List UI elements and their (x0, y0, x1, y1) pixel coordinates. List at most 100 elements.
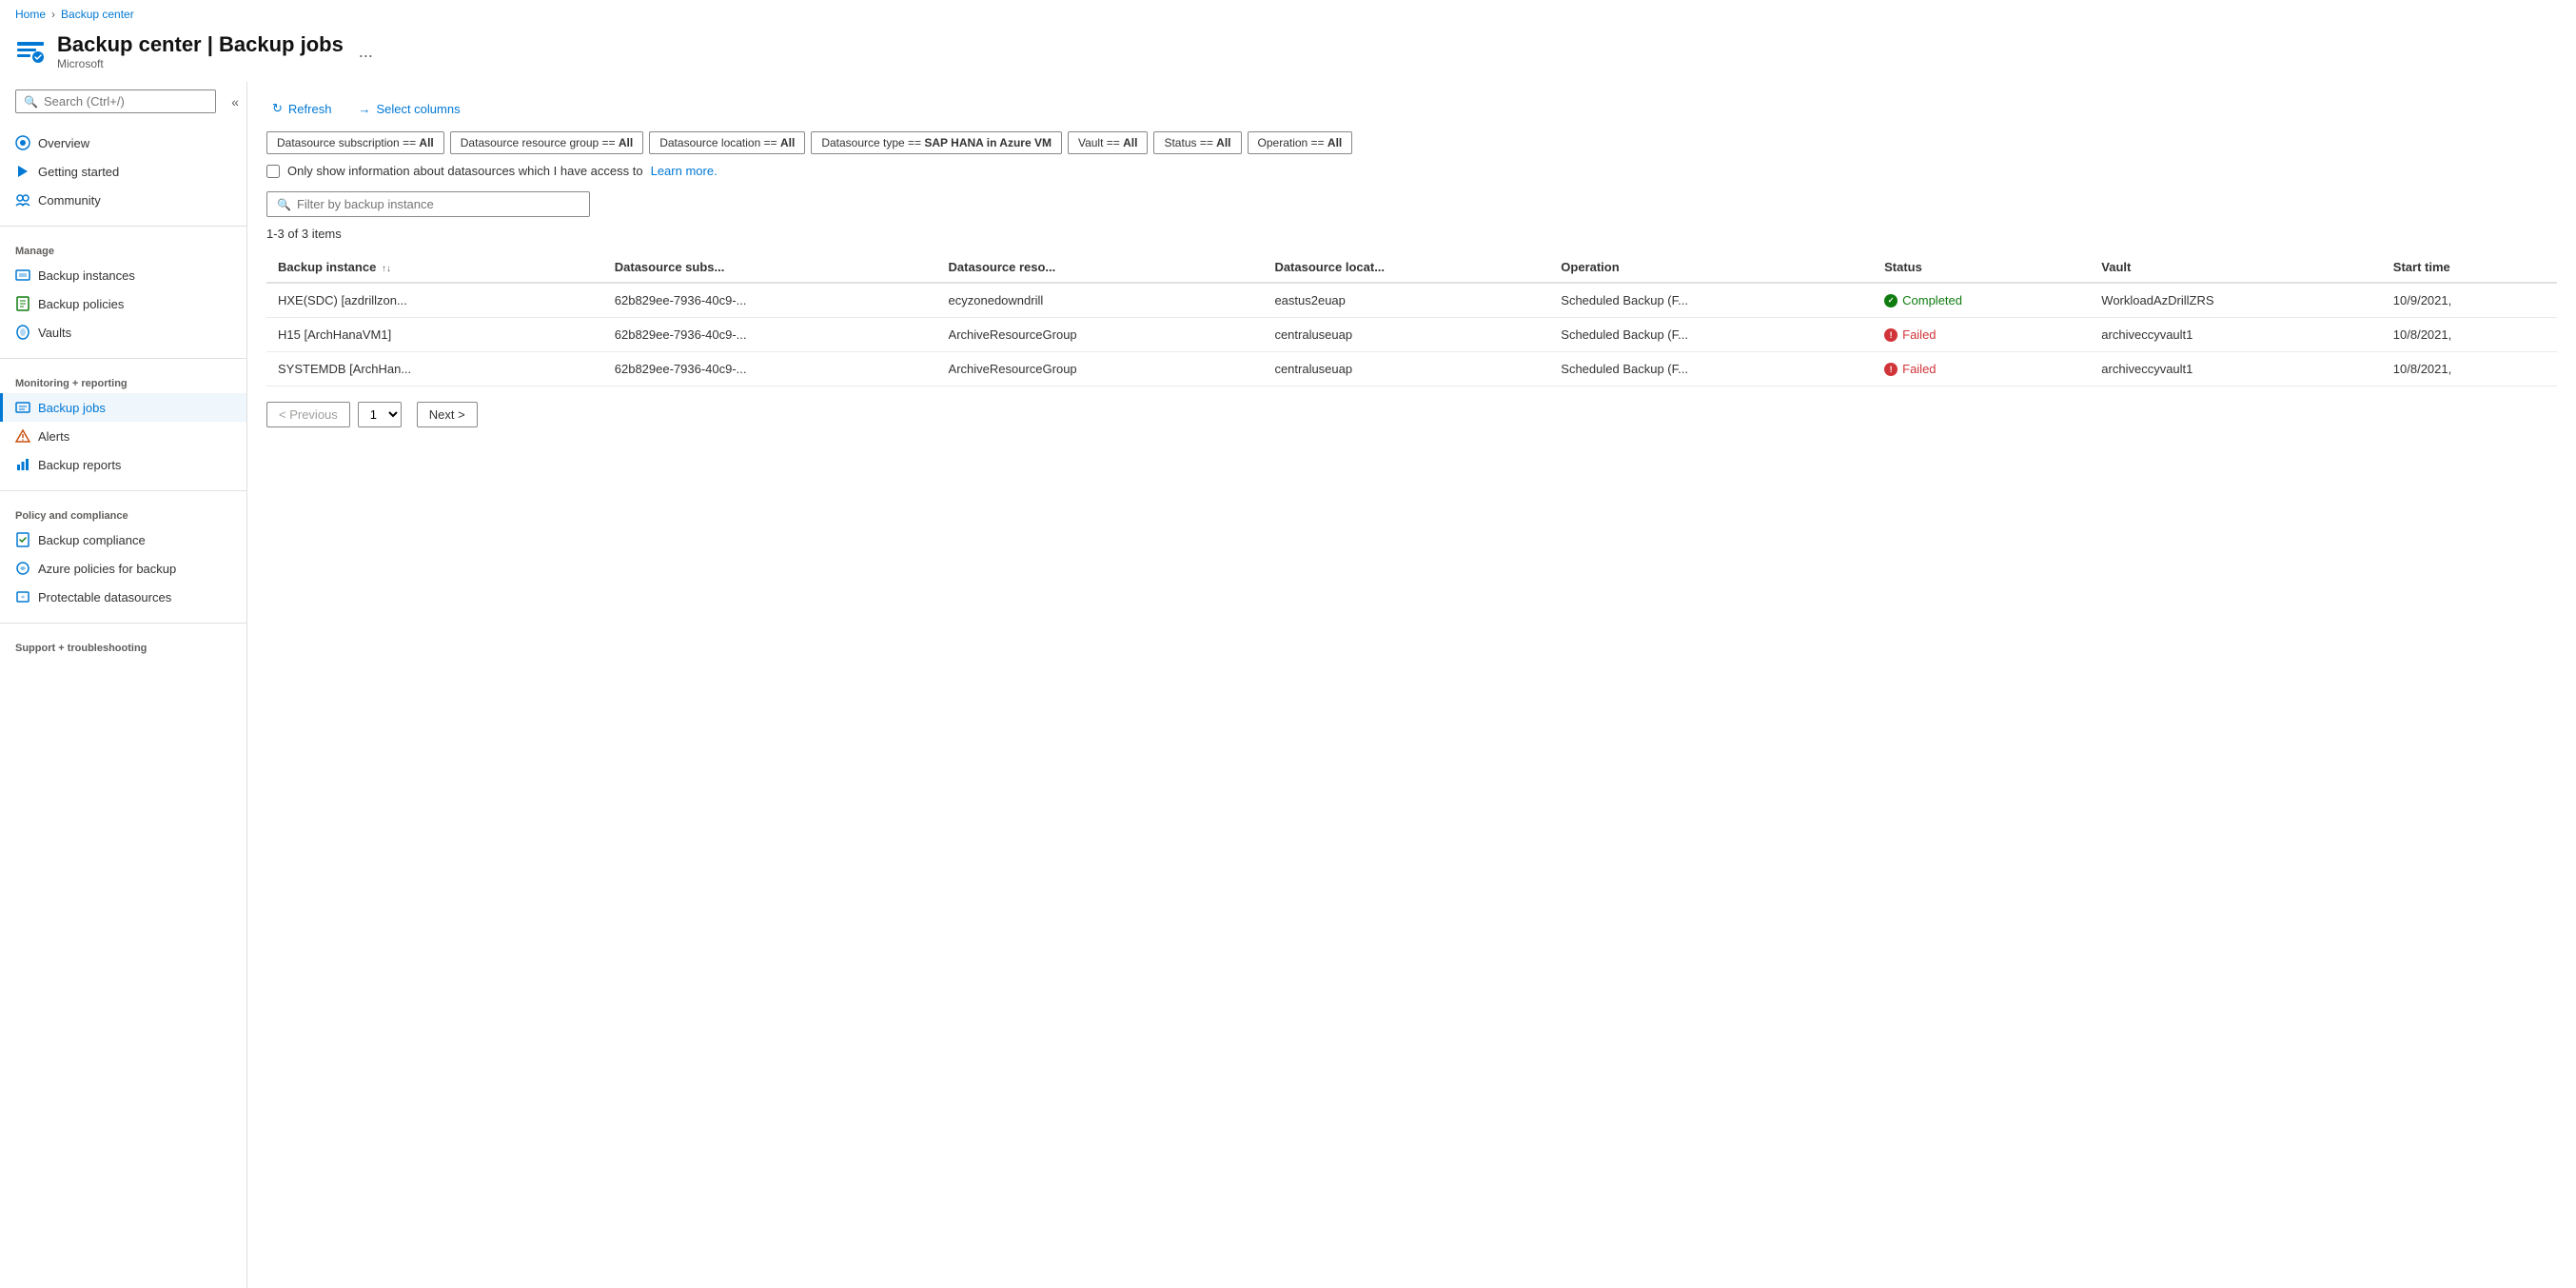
next-button[interactable]: Next > (417, 402, 478, 427)
cell-status: Failed (1873, 318, 2090, 352)
header-titles: Backup center | Backup jobs Microsoft (57, 32, 344, 70)
cell-datasource-subs: 62b829ee-7936-40c9-... (603, 352, 937, 386)
datasource-checkbox-row: Only show information about datasources … (266, 164, 2557, 178)
cell-datasource-reso: ArchiveResourceGroup (937, 352, 1264, 386)
filter-chip-datasource-resource-group[interactable]: Datasource resource group == All (450, 131, 643, 154)
col-backup-instance: Backup instance ↑↓ (266, 252, 603, 283)
table-row[interactable]: H15 [ArchHanaVM1] 62b829ee-7936-40c9-...… (266, 318, 2557, 352)
cell-vault: archiveccyvault1 (2090, 318, 2382, 352)
cell-datasource-subs: 62b829ee-7936-40c9-... (603, 283, 937, 318)
cell-backup-instance: H15 [ArchHanaVM1] (266, 318, 603, 352)
cell-datasource-locat: centraluseuap (1263, 318, 1549, 352)
learn-more-link[interactable]: Learn more. (651, 164, 718, 178)
breadcrumb-home[interactable]: Home (15, 8, 46, 21)
backup-reports-icon (15, 457, 30, 472)
filter-chip-status[interactable]: Status == All (1153, 131, 1241, 154)
breadcrumb: Home › Backup center (0, 0, 2576, 29)
sidebar-item-vaults[interactable]: Vaults (0, 318, 246, 347)
sidebar-item-alerts[interactable]: Alerts (0, 422, 246, 450)
overview-icon (15, 135, 30, 150)
filter-search-icon: 🔍 (277, 198, 291, 211)
nav-section-policy: Policy and compliance Backup compliance … (0, 495, 246, 619)
sidebar-item-backup-reports-label: Backup reports (38, 458, 121, 472)
sidebar-item-backup-policies[interactable]: Backup policies (0, 289, 246, 318)
refresh-label: Refresh (288, 102, 332, 116)
sidebar: 🔍 « Overview Getting started (0, 82, 247, 1288)
page-subtitle: Microsoft (57, 57, 344, 70)
search-icon: 🔍 (24, 95, 38, 109)
sidebar-item-getting-started[interactable]: Getting started (0, 157, 246, 186)
sidebar-item-overview[interactable]: Overview (0, 129, 246, 157)
page-select[interactable]: 1 (358, 402, 402, 427)
backup-jobs-icon (15, 400, 30, 415)
filter-backup-instance-input[interactable] (297, 197, 580, 211)
cell-datasource-locat: eastus2euap (1263, 283, 1549, 318)
sidebar-item-overview-label: Overview (38, 136, 89, 150)
sidebar-item-community-label: Community (38, 193, 101, 208)
failed-icon (1884, 328, 1898, 342)
getting-started-icon (15, 164, 30, 179)
select-columns-label: Select columns (376, 102, 460, 116)
datasource-checkbox-label: Only show information about datasources … (287, 164, 643, 178)
sidebar-search[interactable]: 🔍 (15, 89, 216, 113)
completed-icon (1884, 294, 1898, 307)
cell-status: Failed (1873, 352, 2090, 386)
sidebar-item-backup-compliance[interactable]: Backup compliance (0, 525, 246, 554)
ellipsis-button[interactable]: ... (355, 42, 377, 62)
sidebar-item-backup-reports[interactable]: Backup reports (0, 450, 246, 479)
collapse-sidebar-button[interactable]: « (227, 90, 243, 113)
pagination: < Previous 1 Next > (266, 402, 2557, 427)
sidebar-search-input[interactable] (44, 94, 207, 109)
sidebar-item-backup-compliance-label: Backup compliance (38, 533, 146, 547)
header-icon (15, 36, 46, 67)
cell-datasource-locat: centraluseuap (1263, 352, 1549, 386)
cell-start-time: 10/8/2021, (2382, 318, 2557, 352)
support-section-title: Support + troubleshooting (0, 635, 246, 658)
policy-section-title: Policy and compliance (0, 503, 246, 525)
monitoring-section-title: Monitoring + reporting (0, 370, 246, 393)
col-start-time: Start time (2382, 252, 2557, 283)
select-columns-button[interactable]: → Select columns (352, 98, 465, 120)
col-status: Status (1873, 252, 2090, 283)
cell-backup-instance: HXE(SDC) [azdrillzon... (266, 283, 603, 318)
sidebar-item-protectable-datasources[interactable]: Protectable datasources (0, 583, 246, 611)
sort-icon[interactable]: ↑↓ (382, 264, 391, 274)
datasource-checkbox[interactable] (266, 165, 280, 178)
protectable-datasources-icon (15, 589, 30, 604)
sidebar-item-protectable-datasources-label: Protectable datasources (38, 590, 171, 604)
main-content: ↻ Refresh → Select columns Datasource su… (247, 82, 2576, 1288)
community-icon (15, 192, 30, 208)
sidebar-item-alerts-label: Alerts (38, 429, 69, 444)
col-vault: Vault (2090, 252, 2382, 283)
col-datasource-locat: Datasource locat... (1263, 252, 1549, 283)
refresh-button[interactable]: ↻ Refresh (266, 97, 337, 120)
sidebar-item-backup-policies-label: Backup policies (38, 297, 124, 311)
filter-chip-datasource-subscription[interactable]: Datasource subscription == All (266, 131, 444, 154)
previous-button[interactable]: < Previous (266, 402, 350, 427)
filter-chip-vault[interactable]: Vault == All (1068, 131, 1149, 154)
status-failed: Failed (1884, 327, 2078, 342)
cell-operation: Scheduled Backup (F... (1549, 318, 1873, 352)
alerts-icon (15, 428, 30, 444)
backup-instances-icon (15, 268, 30, 283)
table-row[interactable]: HXE(SDC) [azdrillzon... 62b829ee-7936-40… (266, 283, 2557, 318)
nav-section-support: Support + troubleshooting (0, 627, 246, 665)
sidebar-item-community[interactable]: Community (0, 186, 246, 214)
sidebar-item-backup-jobs[interactable]: Backup jobs (0, 393, 246, 422)
sidebar-item-azure-policies[interactable]: Azure policies for backup (0, 554, 246, 583)
sidebar-item-vaults-label: Vaults (38, 326, 71, 340)
nav-section-top: Overview Getting started Community (0, 121, 246, 222)
nav-section-manage: Manage Backup instances Backup policies … (0, 230, 246, 354)
cell-vault: WorkloadAzDrillZRS (2090, 283, 2382, 318)
jobs-table: Backup instance ↑↓ Datasource subs... Da… (266, 252, 2557, 386)
filter-chip-operation[interactable]: Operation == All (1248, 131, 1353, 154)
cell-start-time: 10/9/2021, (2382, 283, 2557, 318)
divider-support (0, 623, 246, 624)
vaults-icon (15, 325, 30, 340)
backup-policies-icon (15, 296, 30, 311)
sidebar-item-backup-instances[interactable]: Backup instances (0, 261, 246, 289)
breadcrumb-current[interactable]: Backup center (61, 8, 134, 21)
table-row[interactable]: SYSTEMDB [ArchHan... 62b829ee-7936-40c9-… (266, 352, 2557, 386)
filter-chip-datasource-location[interactable]: Datasource location == All (649, 131, 805, 154)
filter-chip-datasource-type[interactable]: Datasource type == SAP HANA in Azure VM (811, 131, 1062, 154)
